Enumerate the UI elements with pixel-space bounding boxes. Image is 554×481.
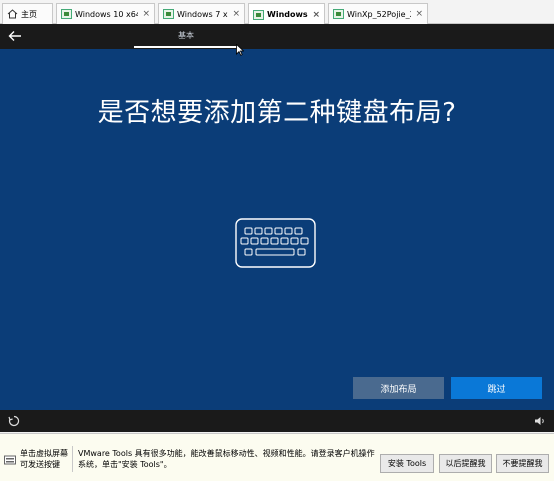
keyboard-hint-icon <box>4 455 16 465</box>
tab-label: WinXp_52Pojie_2.0 <box>347 9 411 19</box>
never-remind-button[interactable]: 不要提醒我 <box>496 454 549 473</box>
vm-icon <box>61 9 72 19</box>
keyboard-icon <box>235 218 316 268</box>
click-screen-hint: 单击虚拟屏幕可发送按键 <box>20 449 68 469</box>
tab-bar: 主页 Windows 10 x64 1 × Windows 7 x64 × Wi… <box>0 0 554 25</box>
volume-icon[interactable] <box>534 415 546 427</box>
close-icon[interactable]: × <box>142 9 150 19</box>
oobe-top-bar: 基本 <box>0 24 554 49</box>
skip-button[interactable]: 跳过 <box>451 377 542 399</box>
section-tab-basics: 基本 <box>178 31 194 40</box>
back-arrow-icon[interactable] <box>8 29 22 43</box>
vm-icon <box>163 9 174 19</box>
close-icon[interactable]: × <box>232 9 240 19</box>
vm-icon <box>333 9 344 19</box>
vm-icon <box>253 9 264 20</box>
tab-windows-10-x64-1[interactable]: Windows 10 x64 1 × <box>56 3 155 24</box>
tab-winxp[interactable]: WinXp_52Pojie_2.0 × <box>328 3 428 24</box>
tab-label: 主页 <box>21 9 37 19</box>
tab-label: Windows 10 <box>267 10 308 19</box>
page-title: 是否想要添加第二种键盘布局? <box>97 98 457 128</box>
accessibility-icon[interactable] <box>8 415 20 427</box>
divider <box>72 446 73 472</box>
install-tools-button[interactable]: 安装 Tools <box>380 454 434 473</box>
remind-later-button[interactable]: 以后提醒我 <box>439 454 492 473</box>
oobe-bottom-bar <box>0 410 554 432</box>
section-tab-indicator <box>134 46 238 48</box>
tab-label: Windows 10 x64 1 <box>75 9 139 19</box>
mouse-cursor-icon <box>236 44 244 56</box>
tools-message: VMware Tools 具有很多功能，能改善鼠标移动性、视频和性能。请登录客户… <box>78 449 375 469</box>
virtual-screen[interactable]: 基本 是否想要添加第二种键盘布局? 添加布局 跳过 <box>0 24 554 432</box>
vmware-tools-notification-bar: 单击虚拟屏幕可发送按键 VMware Tools 具有很多功能，能改善鼠标移动性… <box>0 433 554 481</box>
tab-windows-7-x64[interactable]: Windows 7 x64 × <box>158 3 245 24</box>
close-icon[interactable]: × <box>312 10 320 20</box>
tab-windows-10[interactable]: Windows 10 × <box>248 3 325 25</box>
tab-label: Windows 7 x64 <box>177 9 228 19</box>
add-layout-button[interactable]: 添加布局 <box>353 377 444 399</box>
tab-home[interactable]: 主页 <box>2 3 53 24</box>
close-icon[interactable]: × <box>415 9 423 19</box>
home-icon <box>7 9 18 19</box>
